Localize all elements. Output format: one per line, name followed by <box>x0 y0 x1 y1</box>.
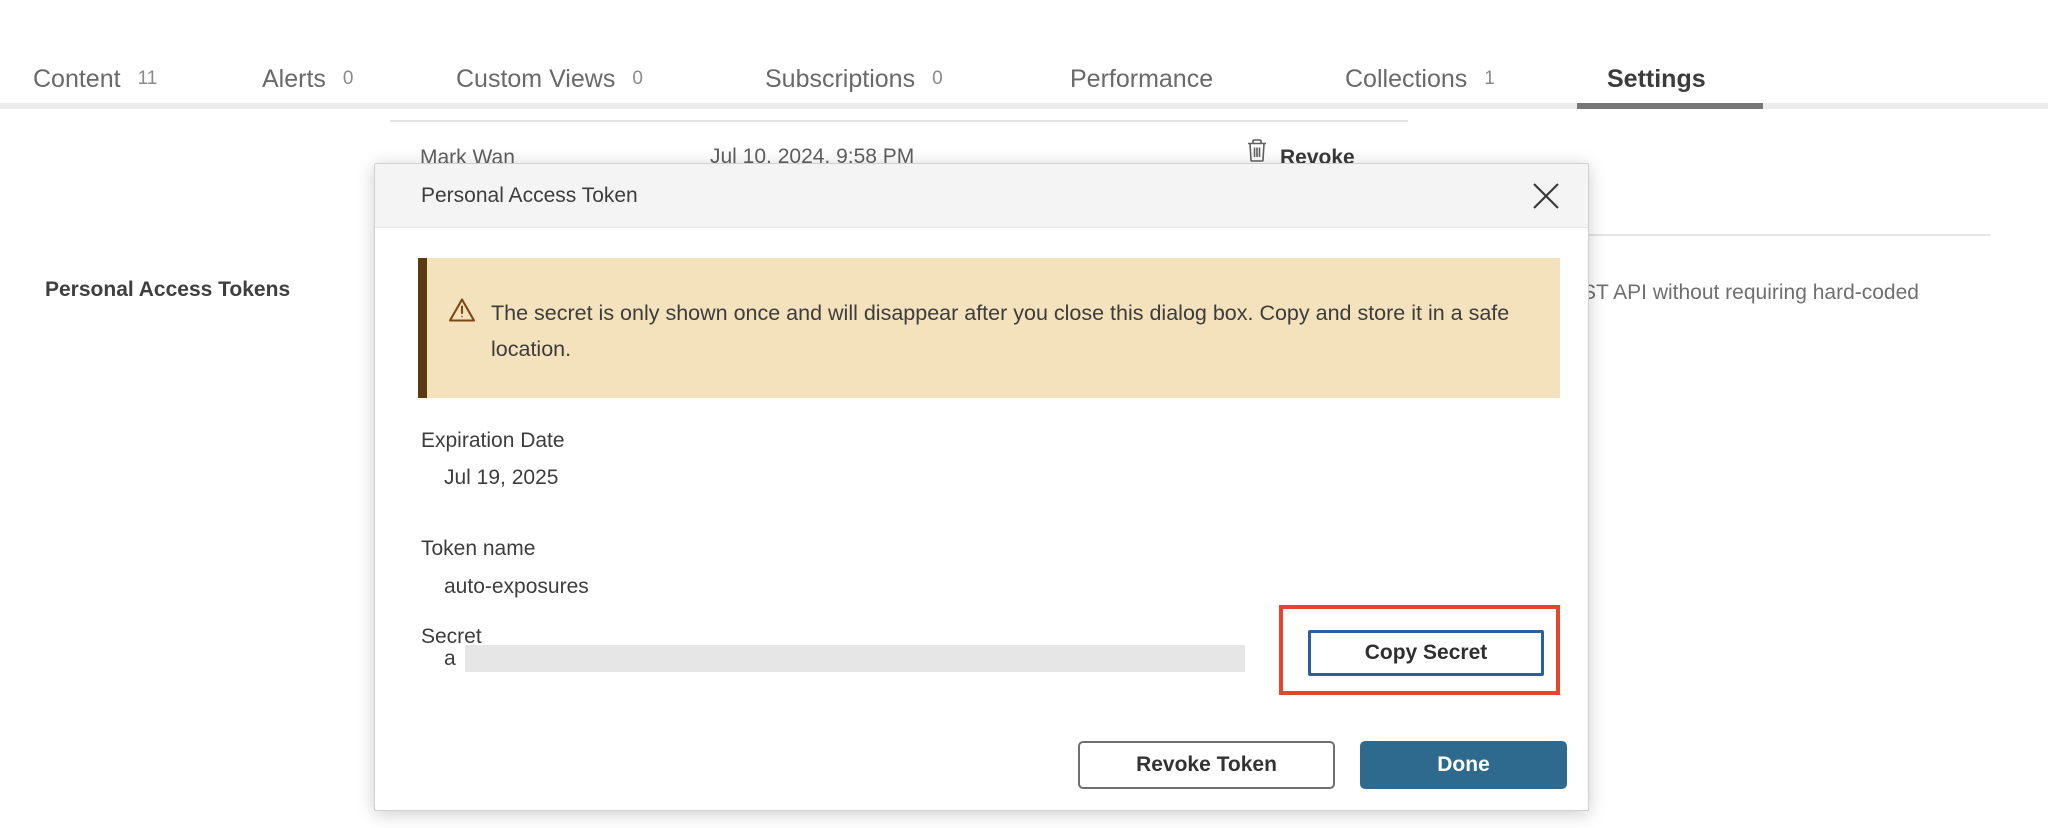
personal-access-token-dialog: Personal Access Token The secret is only… <box>374 163 1589 811</box>
tab-label: Content <box>33 65 121 94</box>
secret-row: a <box>444 645 1245 672</box>
done-button[interactable]: Done <box>1360 741 1567 789</box>
tab-label: Subscriptions <box>765 65 915 94</box>
tab-collections[interactable]: Collections 1 <box>1345 55 1495 103</box>
secret-redacted-bar <box>465 645 1245 672</box>
expiration-date-value: Jul 19, 2025 <box>444 466 558 490</box>
tab-underline-active <box>1577 103 1763 109</box>
dialog-title: Personal Access Token <box>421 184 638 208</box>
tab-count-badge: 1 <box>1484 68 1495 90</box>
copy-secret-button[interactable]: Copy Secret <box>1308 630 1544 676</box>
close-icon[interactable] <box>1528 178 1564 214</box>
tab-count-badge: 0 <box>932 68 943 90</box>
tab-count-badge: 0 <box>632 68 643 90</box>
revoke-token-button[interactable]: Revoke Token <box>1078 741 1335 789</box>
tab-label: Performance <box>1070 65 1213 94</box>
tab-settings[interactable]: Settings <box>1607 55 1706 103</box>
warning-triangle-icon <box>448 297 476 328</box>
expiration-date-label: Expiration Date <box>421 429 565 453</box>
tab-content[interactable]: Content 11 <box>33 55 157 103</box>
section-label-personal-access-tokens: Personal Access Tokens <box>45 278 290 302</box>
token-name-value: auto-exposures <box>444 575 589 599</box>
warning-message: The secret is only shown once and will d… <box>491 295 1534 367</box>
tab-bar: Content 11 Alerts 0 Custom Views 0 Subsc… <box>0 0 2048 108</box>
tab-subscriptions[interactable]: Subscriptions 0 <box>765 55 943 103</box>
tab-count-badge: 11 <box>138 68 158 90</box>
tab-label: Collections <box>1345 65 1467 94</box>
secret-value-visible: a <box>444 647 456 671</box>
token-name-label: Token name <box>421 537 535 561</box>
section-description-fragment: ST API without requiring hard-coded <box>1582 281 1919 305</box>
token-table-border <box>390 120 1408 122</box>
tab-label: Alerts <box>262 65 326 94</box>
tab-label: Settings <box>1607 65 1706 94</box>
tab-count-badge: 0 <box>343 68 354 90</box>
tab-custom-views[interactable]: Custom Views 0 <box>456 55 643 103</box>
warning-banner: The secret is only shown once and will d… <box>418 258 1560 398</box>
tab-performance[interactable]: Performance <box>1070 55 1213 103</box>
tab-alerts[interactable]: Alerts 0 <box>262 55 353 103</box>
dialog-header: Personal Access Token <box>375 164 1588 228</box>
tab-label: Custom Views <box>456 65 615 94</box>
